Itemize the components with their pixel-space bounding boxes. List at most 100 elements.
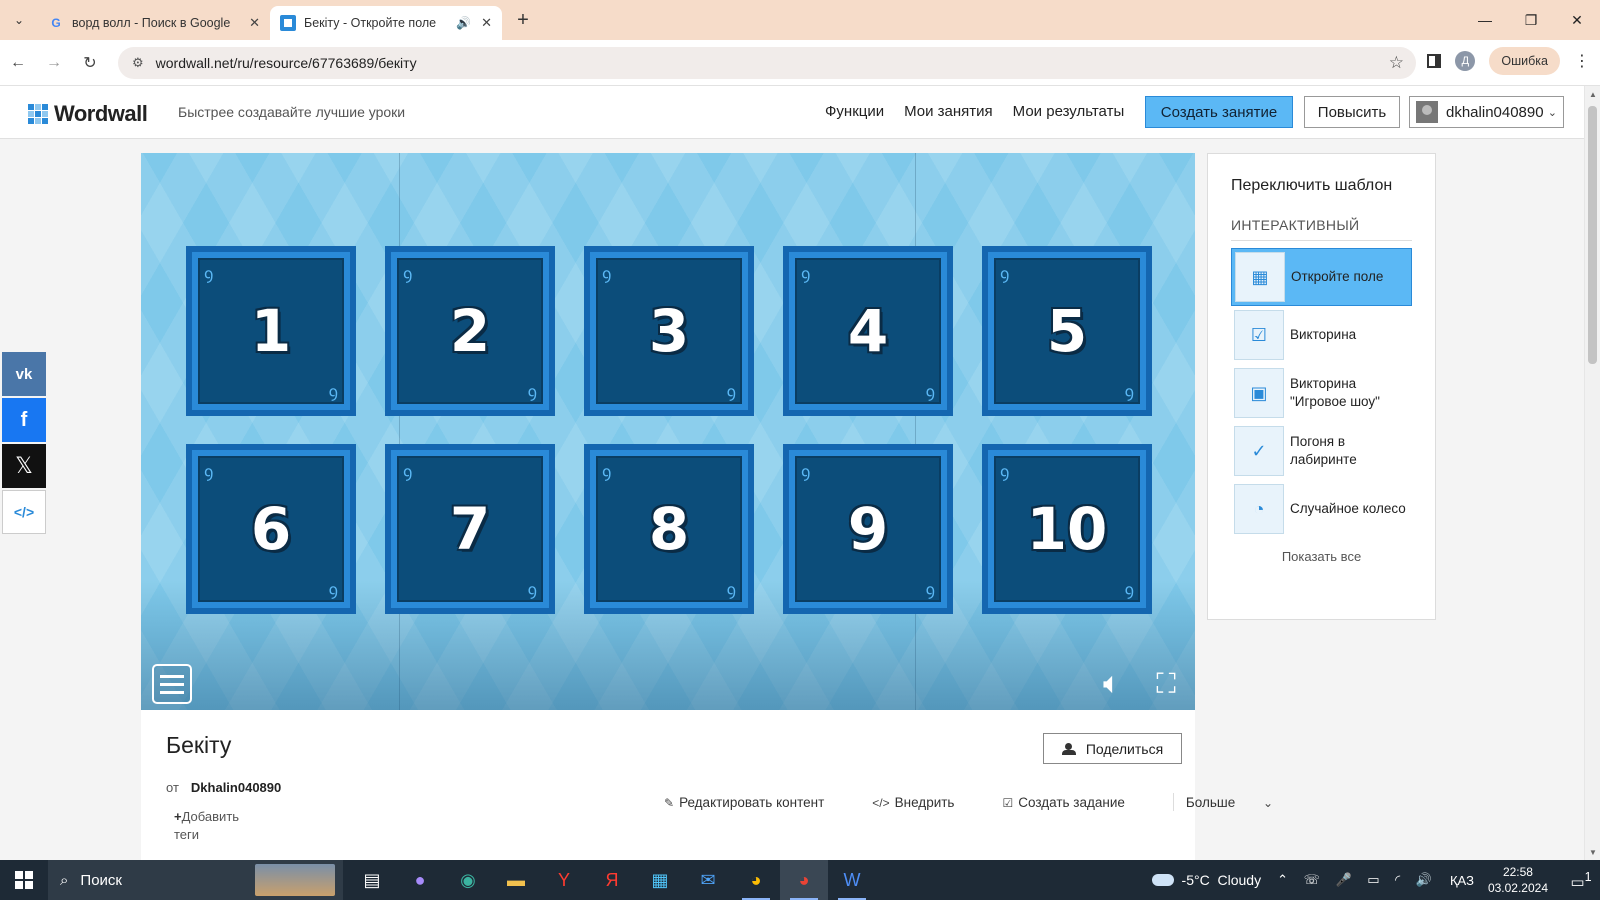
chrome-profile-icon[interactable]: ◕ bbox=[780, 860, 828, 900]
upgrade-button[interactable]: Повысить bbox=[1304, 96, 1400, 128]
wordwall-favicon-icon bbox=[280, 15, 296, 31]
ornament-icon: ꝯ bbox=[801, 464, 811, 481]
embed-link[interactable]: </> Внедрить bbox=[872, 795, 978, 810]
close-window-icon[interactable]: ✕ bbox=[1554, 0, 1600, 40]
open-box-4[interactable]: ꝯ 4 ꝯ bbox=[783, 246, 953, 416]
gameshow-quiz-icon: ▣ bbox=[1234, 368, 1284, 418]
back-icon[interactable]: ← bbox=[0, 54, 36, 72]
template-maze-chase[interactable]: ✓ Погоня в лабиринте bbox=[1231, 422, 1412, 480]
edit-content-link[interactable]: ✎ Редактировать контент bbox=[664, 795, 848, 810]
create-activity-button[interactable]: Создать занятие bbox=[1145, 96, 1293, 128]
side-panel-icon[interactable] bbox=[1427, 54, 1442, 68]
reload-icon[interactable]: ↻ bbox=[72, 53, 108, 73]
wordwall-logo[interactable]: Wordwall bbox=[28, 101, 148, 127]
speaker-icon[interactable]: 🔊 bbox=[456, 16, 471, 30]
minimize-icon[interactable]: — bbox=[1462, 0, 1508, 40]
open-box-9[interactable]: ꝯ 9 ꝯ bbox=[783, 444, 953, 614]
bookmark-star-icon[interactable]: ☆ bbox=[1389, 53, 1404, 73]
nav-my-activities[interactable]: Мои занятия bbox=[904, 103, 993, 120]
template-random-wheel[interactable]: ◔ Случайное колесо bbox=[1231, 480, 1412, 538]
panel-title: Переключить шаблон bbox=[1231, 177, 1393, 194]
temperature: -5°C bbox=[1181, 872, 1210, 888]
forward-icon[interactable]: → bbox=[36, 54, 72, 72]
game-menu-icon[interactable] bbox=[152, 664, 192, 704]
ornament-icon: ꝯ bbox=[1000, 266, 1010, 283]
open-box-10[interactable]: ꝯ 10 ꝯ bbox=[982, 444, 1152, 614]
file-explorer-icon[interactable]: ▬ bbox=[492, 860, 540, 900]
open-box-5[interactable]: ꝯ 5 ꝯ bbox=[982, 246, 1152, 416]
open-box-6[interactable]: ꝯ 6 ꝯ bbox=[186, 444, 356, 614]
word-icon[interactable]: W bbox=[828, 860, 876, 900]
address-bar[interactable]: ⚙ wordwall.net/ru/resource/67763689/бекі… bbox=[118, 47, 1416, 79]
restore-icon[interactable]: ❐ bbox=[1508, 0, 1554, 40]
scroll-up-icon[interactable]: ▲ bbox=[1585, 86, 1600, 102]
yandex-icon[interactable]: Я bbox=[588, 860, 636, 900]
more-dropdown[interactable]: Больше ⌄ bbox=[1186, 795, 1278, 810]
scroll-down-icon[interactable]: ▼ bbox=[1585, 844, 1600, 860]
url-text[interactable]: wordwall.net/ru/resource/67763689/бекіту bbox=[156, 55, 1389, 71]
open-box-2[interactable]: ꝯ 2 ꝯ bbox=[385, 246, 555, 416]
tab-title: Бекіту - Откройте поле bbox=[304, 16, 437, 30]
add-tags-link[interactable]: +Добавить теги bbox=[174, 808, 264, 844]
open-box-8[interactable]: ꝯ 8 ꝯ bbox=[584, 444, 754, 614]
assign-link[interactable]: ☑ Создать задание bbox=[1002, 795, 1148, 810]
quiz-icon: ☑ bbox=[1234, 310, 1284, 360]
windows-start-icon[interactable] bbox=[0, 860, 48, 900]
open-box-1[interactable]: ꝯ 1 ꝯ bbox=[186, 246, 356, 416]
tab-wordwall[interactable]: Бекіту - Откройте поле 🔊 ✕ bbox=[270, 6, 502, 40]
yandex-browser-icon[interactable]: Y bbox=[540, 860, 588, 900]
alice-icon[interactable]: ● bbox=[396, 860, 444, 900]
share-button[interactable]: Поделиться bbox=[1043, 733, 1182, 764]
mail-icon[interactable]: ✉ bbox=[684, 860, 732, 900]
sound-icon[interactable]: 🔈︎ bbox=[1092, 666, 1132, 702]
chrome-icon[interactable]: ◕ bbox=[732, 860, 780, 900]
update-error-button[interactable]: Ошибка bbox=[1489, 47, 1560, 75]
tab-google-search[interactable]: G ворд волл - Поиск в Google ✕ bbox=[38, 6, 270, 40]
scrollbar-thumb[interactable] bbox=[1588, 106, 1597, 364]
tray-icons[interactable]: ⌃ ☏ 🎤 ▭ ◜ 🔊 bbox=[1277, 872, 1438, 888]
user-menu-dropdown[interactable]: dkhalin040890 ⌄ bbox=[1409, 96, 1564, 128]
notifications-icon[interactable]: ▭1 bbox=[1562, 870, 1600, 891]
new-tab-button[interactable]: + bbox=[508, 9, 538, 32]
open-box-7[interactable]: ꝯ 7 ꝯ bbox=[385, 444, 555, 614]
box-number: 8 bbox=[648, 495, 690, 563]
x-share-icon[interactable]: 𝕏 bbox=[2, 444, 46, 488]
show-all-link[interactable]: Показать все bbox=[1231, 549, 1412, 564]
section-label: ИНТЕРАКТИВНЫЙ bbox=[1231, 217, 1412, 241]
page-scrollbar[interactable]: ▲ ▼ bbox=[1584, 86, 1600, 860]
add-tags-label: Добавить теги bbox=[174, 809, 240, 842]
author-link[interactable]: Dkhalin040890 bbox=[191, 780, 281, 795]
box-number: 4 bbox=[847, 297, 889, 365]
box-number: 6 bbox=[250, 495, 292, 563]
vk-share-icon[interactable]: vk bbox=[2, 352, 46, 396]
language-indicator[interactable]: ҚАЗ bbox=[1450, 873, 1474, 888]
task-view-icon[interactable]: ▤ bbox=[348, 860, 396, 900]
template-switcher-panel: Переключить шаблон ИНТЕРАКТИВНЫЙ ▦ Откро… bbox=[1207, 153, 1436, 620]
edge-icon[interactable]: ◉ bbox=[444, 860, 492, 900]
tab-search-button[interactable]: ⌄ bbox=[0, 0, 38, 40]
pencil-icon: ✎ bbox=[664, 795, 675, 810]
ornament-icon: ꝯ bbox=[527, 582, 537, 599]
clock[interactable]: 22:58 03.02.2024 bbox=[1488, 864, 1548, 896]
site-info-icon[interactable]: ⚙ bbox=[132, 55, 144, 71]
close-tab-icon[interactable]: ✕ bbox=[249, 15, 260, 31]
template-gameshow-quiz[interactable]: ▣ Викторина "Игровое шоу" bbox=[1231, 364, 1412, 422]
template-quiz[interactable]: ☑ Викторина bbox=[1231, 306, 1412, 364]
box-number: 2 bbox=[449, 297, 491, 365]
taskbar-search[interactable]: ⌕ Поиск bbox=[48, 860, 343, 900]
close-tab-icon[interactable]: ✕ bbox=[481, 15, 492, 31]
user-avatar bbox=[1416, 101, 1438, 123]
weather-widget[interactable]: -5°C Cloudy bbox=[1151, 872, 1261, 888]
open-box-3[interactable]: ꝯ 3 ꝯ bbox=[584, 246, 754, 416]
nav-features[interactable]: Функции bbox=[825, 103, 884, 120]
ornament-icon: ꝯ bbox=[925, 384, 935, 401]
facebook-share-icon[interactable]: f bbox=[2, 398, 46, 442]
game-stage[interactable]: ꝯ1ꝯ ꝯ2ꝯ ꝯ3ꝯ ꝯ4ꝯ ꝯ5ꝯ ꝯ6ꝯ ꝯ7ꝯ ꝯ8ꝯ ꝯ9ꝯ ꝯ 10 ꝯ… bbox=[141, 153, 1195, 710]
fullscreen-icon[interactable]: ⛶ bbox=[1147, 665, 1185, 703]
embed-code-icon[interactable]: </> bbox=[2, 490, 46, 534]
store-icon[interactable]: ▦ bbox=[636, 860, 684, 900]
more-menu-icon[interactable]: ⋮ bbox=[1574, 51, 1590, 71]
nav-my-results[interactable]: Мои результаты bbox=[1013, 103, 1125, 120]
template-open-box[interactable]: ▦ Откройте поле bbox=[1231, 248, 1412, 306]
profile-avatar[interactable]: Д bbox=[1455, 51, 1476, 71]
